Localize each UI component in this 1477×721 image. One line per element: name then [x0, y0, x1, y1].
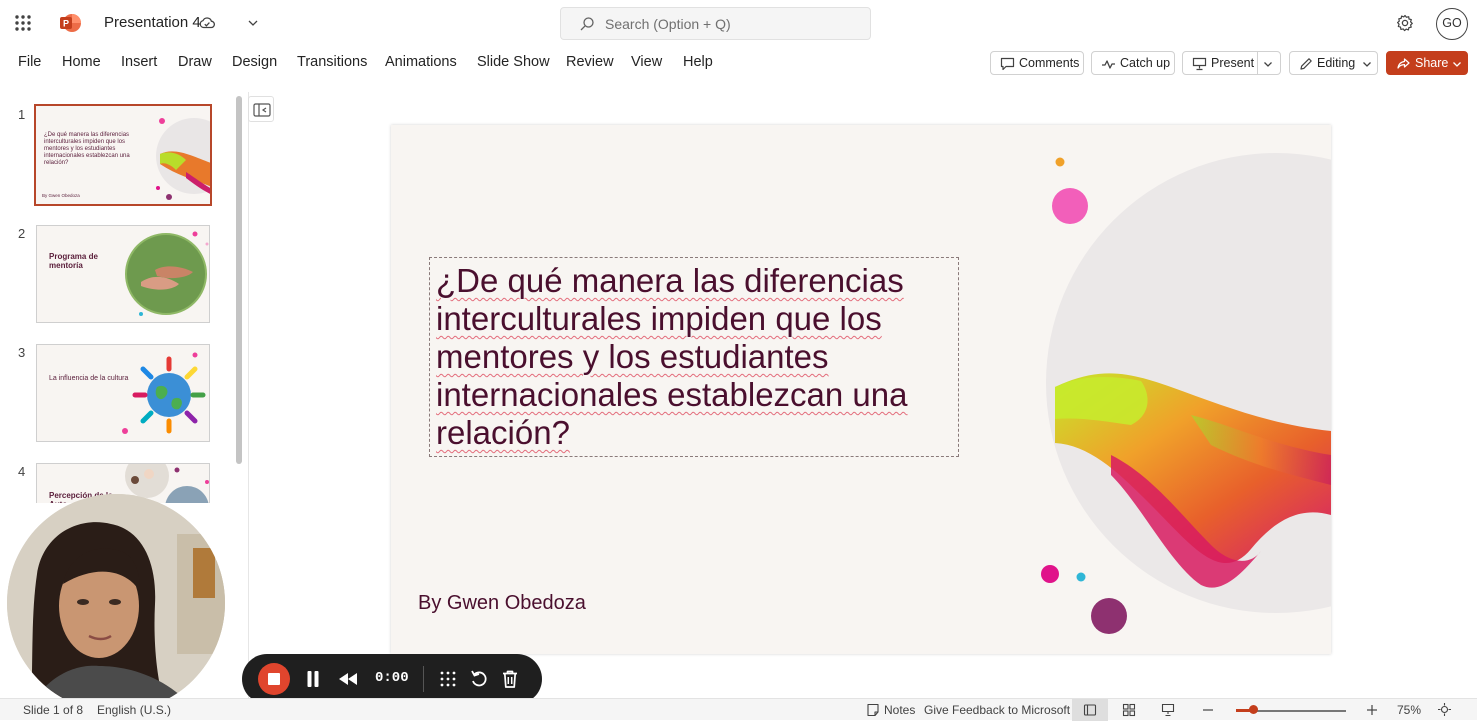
- slide-thumbnail-1[interactable]: ¿De qué manera las diferencias intercult…: [34, 104, 212, 206]
- normal-view-button[interactable]: [1072, 699, 1108, 721]
- title-bar: P Presentation 4 Search (Option + Q) GO: [0, 0, 1477, 46]
- gear-icon[interactable]: [1396, 14, 1414, 32]
- search-icon: [580, 17, 594, 31]
- split-divider: [1257, 52, 1258, 74]
- title-placeholder[interactable]: ¿De qué manera las diferencias intercult…: [429, 257, 959, 457]
- slide-title[interactable]: ¿De qué manera las diferencias intercult…: [436, 262, 951, 452]
- share-icon: [1397, 58, 1410, 69]
- comments-label: Comments: [1019, 56, 1080, 70]
- notes-icon: [867, 703, 879, 717]
- chevron-down-icon: [1453, 62, 1461, 67]
- tab-review[interactable]: Review: [566, 54, 614, 70]
- search-placeholder: Search (Option + Q): [605, 16, 731, 32]
- present-icon: [1192, 57, 1207, 71]
- toolbar-divider: [423, 666, 424, 692]
- thumbnail-graphic: [122, 352, 206, 434]
- normal-view-icon: [1083, 704, 1097, 716]
- pause-icon[interactable]: [306, 669, 320, 689]
- comments-button[interactable]: Comments: [990, 51, 1084, 75]
- stop-recording-button[interactable]: [258, 663, 290, 695]
- app-launcher-icon[interactable]: [14, 14, 32, 32]
- thumbnail-graphic: [125, 231, 209, 316]
- recording-timer: 0:00: [375, 670, 409, 686]
- collapse-pane-icon[interactable]: [248, 96, 274, 122]
- search-input[interactable]: Search (Option + Q): [560, 7, 871, 40]
- restart-icon[interactable]: [470, 669, 488, 689]
- document-title[interactable]: Presentation 4: [104, 14, 201, 31]
- rewind-icon[interactable]: [338, 669, 358, 689]
- slide-counter: Slide 1 of 8: [23, 703, 84, 717]
- chevron-down-icon[interactable]: [246, 16, 260, 30]
- svg-text:P: P: [63, 19, 69, 29]
- tab-view[interactable]: View: [631, 54, 662, 70]
- tab-design[interactable]: Design: [232, 54, 277, 70]
- status-bar: Slide 1 of 8 English (U.S.) Notes Give F…: [0, 698, 1477, 721]
- presenter-video: [7, 494, 225, 712]
- zoom-in-icon[interactable]: [1365, 703, 1379, 717]
- thumbnail-scrollbar[interactable]: [236, 96, 242, 464]
- present-button[interactable]: Present: [1182, 51, 1281, 75]
- slide-thumbnail-3[interactable]: La influencia de la cultura: [36, 344, 210, 442]
- reading-view-icon[interactable]: [1161, 703, 1175, 717]
- trash-icon[interactable]: [501, 669, 519, 689]
- cloud-saved-icon[interactable]: [199, 15, 215, 31]
- notes-button[interactable]: Notes: [884, 703, 915, 717]
- present-label: Present: [1211, 56, 1255, 70]
- slide-subtitle[interactable]: By Gwen Obedoza: [418, 592, 586, 615]
- panel-collapse-icon: [253, 103, 271, 117]
- thumbnail-number: 4: [18, 464, 26, 479]
- activity-icon: [1102, 60, 1115, 69]
- thumbnail-number: 3: [18, 345, 26, 360]
- language-indicator[interactable]: English (U.S.): [97, 703, 171, 717]
- chevron-down-icon[interactable]: [1262, 58, 1274, 70]
- tab-animations[interactable]: Animations: [385, 54, 457, 70]
- zoom-out-icon[interactable]: [1201, 703, 1215, 717]
- thumbnail-graphic: [156, 118, 210, 200]
- recording-toolbar: 0:00: [242, 654, 542, 704]
- thumbnail-number: 1: [18, 107, 26, 122]
- slide-sorter-icon[interactable]: [1122, 703, 1136, 717]
- user-avatar[interactable]: GO: [1436, 8, 1468, 40]
- webcam-preview[interactable]: [7, 494, 225, 712]
- tab-file[interactable]: File: [18, 54, 41, 70]
- share-label: Share: [1415, 56, 1449, 70]
- catch-up-label: Catch up: [1120, 56, 1171, 70]
- editing-label: Editing: [1317, 56, 1356, 70]
- pencil-icon: [1300, 58, 1312, 70]
- tab-home[interactable]: Home: [62, 54, 101, 70]
- zoom-level[interactable]: 75%: [1397, 703, 1421, 717]
- catch-up-button[interactable]: Catch up: [1091, 51, 1175, 75]
- current-slide[interactable]: ¿De qué manera las diferencias intercult…: [391, 125, 1331, 654]
- fit-to-window-icon[interactable]: [1437, 702, 1452, 717]
- slide-thumbnail-2[interactable]: Programa de mentoría: [36, 225, 210, 323]
- tab-insert[interactable]: Insert: [121, 54, 157, 70]
- tab-slide-show[interactable]: Slide Show: [477, 54, 550, 70]
- share-button[interactable]: Share: [1386, 51, 1468, 75]
- tab-draw[interactable]: Draw: [178, 54, 212, 70]
- chevron-down-icon: [1363, 62, 1371, 67]
- zoom-slider-thumb[interactable]: [1249, 705, 1258, 714]
- tab-help[interactable]: Help: [683, 54, 713, 70]
- grid-dots-icon[interactable]: [439, 669, 457, 689]
- thumbnail-number: 2: [18, 226, 26, 241]
- feedback-link[interactable]: Give Feedback to Microsoft: [924, 703, 1070, 717]
- tab-transitions[interactable]: Transitions: [297, 54, 367, 70]
- comment-icon: [1000, 57, 1015, 71]
- editing-mode-button[interactable]: Editing: [1289, 51, 1378, 75]
- powerpoint-logo-icon: P: [60, 14, 81, 32]
